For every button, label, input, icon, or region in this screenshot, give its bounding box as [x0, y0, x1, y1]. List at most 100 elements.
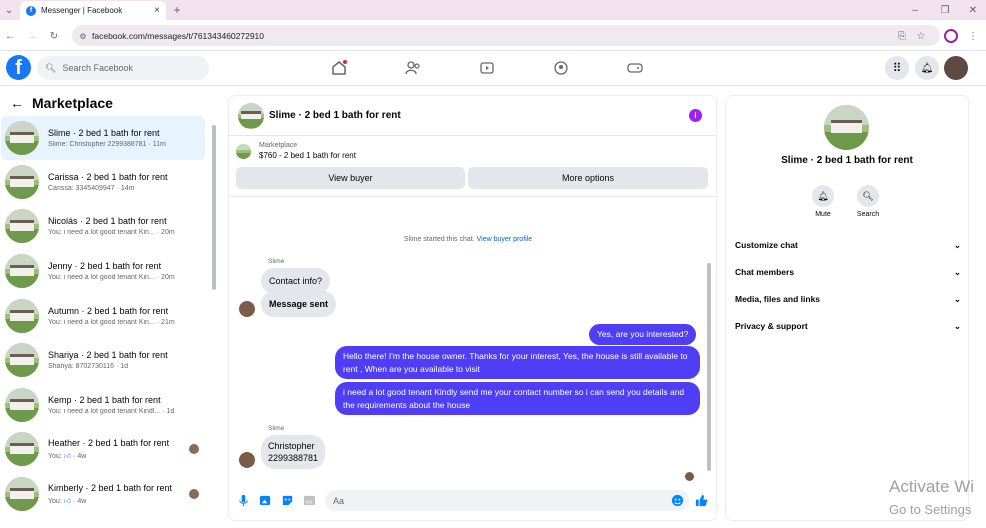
menu-dots-icon[interactable]: ⋮ [966, 29, 980, 43]
close-window-icon[interactable]: ✕ [966, 3, 980, 17]
url-text: facebook.com/messages/t/761343460272910 [92, 30, 265, 41]
gaming-icon[interactable] [627, 60, 643, 76]
conversation-item[interactable]: Carissa · 2 bed 1 bath for rent Carissa:… [1, 160, 205, 204]
photo-icon[interactable] [259, 494, 272, 507]
conversation-item[interactable]: Slime · 2 bed 1 bath for rent Slime: Chr… [1, 116, 205, 160]
conversation-name: Kimberly · 2 bed 1 bath for rent [48, 483, 173, 493]
reload-icon[interactable]: ↻ [47, 29, 61, 43]
search-input[interactable]: 🔍︎ Search Facebook [37, 56, 209, 80]
mute-label: Mute [815, 211, 831, 218]
grid-icon: ⠿ [892, 61, 902, 75]
emoji-icon[interactable] [671, 494, 684, 507]
listing-thumbnail [5, 165, 39, 199]
row-label: Customize chat [735, 240, 798, 250]
profile-icon[interactable] [944, 29, 958, 43]
conversation-time: · 20m [156, 229, 175, 236]
conversation-item[interactable]: Heather · 2 bed 1 bath for rent You: 👍︎ ·… [1, 427, 205, 471]
chat-avatar[interactable] [238, 102, 264, 129]
facebook-logo[interactable]: f [6, 55, 31, 80]
forward-icon[interactable]: → [25, 29, 39, 43]
tab-search-icon[interactable]: ⌄ [3, 3, 15, 17]
conversation-time: · 1d [162, 408, 175, 415]
chat-scrollbar[interactable] [707, 263, 711, 471]
bell-icon: 🔔︎ [920, 62, 934, 74]
home-icon[interactable] [331, 60, 347, 76]
restore-icon[interactable]: ❐ [938, 3, 952, 17]
notifications-button[interactable]: 🔔︎ [915, 56, 939, 80]
sidebar-scrollbar[interactable] [212, 125, 216, 290]
conversation-item[interactable]: Shariya · 2 bed 1 bath for rent Shariya:… [1, 338, 205, 382]
groups-icon[interactable] [553, 60, 569, 76]
sender-avatar[interactable] [239, 301, 255, 317]
conversation-item[interactable]: Jenny · 2 bed 1 bath for rent You: i nee… [1, 249, 205, 293]
message-input[interactable]: Aa [325, 490, 689, 511]
minimize-icon[interactable]: – [908, 3, 922, 17]
incoming-message[interactable]: Christopher 2299388781 [261, 435, 326, 469]
conversation-item[interactable]: Kimberly · 2 bed 1 bath for rent You: 👍︎… [1, 472, 205, 516]
conversation-time: · 14m [116, 185, 135, 192]
divider [229, 196, 716, 197]
incoming-message[interactable]: Message sent [261, 291, 337, 317]
svg-text:GIF: GIF [306, 499, 314, 504]
friends-icon[interactable] [405, 60, 421, 76]
like-icon: 👍︎ [63, 453, 72, 460]
site-info-icon[interactable]: ⚙ [77, 30, 89, 42]
activate-windows-watermark: Activate Wi [889, 477, 975, 496]
conversation-name: Heather · 2 bed 1 bath for rent [48, 438, 170, 448]
watch-icon[interactable] [479, 60, 495, 76]
listing-thumbnail [5, 121, 39, 155]
outgoing-message[interactable]: Hello there! I'm the house owner. Thanks… [335, 346, 700, 379]
bookmark-star-icon[interactable]: ☆ [914, 29, 928, 43]
conversation-name: Nicolás · 2 bed 1 bath for rent [48, 216, 167, 226]
info-icon[interactable]: i [689, 109, 702, 122]
conversation-item[interactable]: Autumn · 2 bed 1 bath for rent You: i ne… [1, 294, 205, 338]
mute-button[interactable]: 🔔︎ [812, 185, 834, 207]
listing-thumbnail [5, 477, 39, 511]
view-buyer-profile-link[interactable]: View buyer profile [477, 236, 533, 243]
new-tab-button[interactable]: + [171, 3, 183, 17]
gif-icon[interactable]: GIF [303, 494, 316, 507]
conversation-time: · 1d [116, 363, 129, 370]
chat-members-row[interactable]: Chat members ⌄ [735, 263, 961, 281]
conversation-time: · 20m [156, 274, 175, 281]
sender-avatar[interactable] [239, 452, 255, 468]
conversation-item[interactable]: Kemp · 2 bed 1 bath for rent You: i need… [1, 383, 205, 427]
chat-header: Slime · 2 bed 1 bath for rent [229, 96, 716, 136]
close-tab-icon[interactable]: × [154, 5, 160, 16]
like-icon: 👍︎ [63, 498, 72, 505]
outgoing-message[interactable]: i need a lot good tenant Kindly send me … [335, 382, 700, 415]
sticker-icon[interactable] [281, 494, 294, 507]
cast-icon[interactable]: ⎘ [895, 29, 909, 43]
tab-title: Messenger | Facebook [41, 6, 123, 15]
outgoing-message[interactable]: Yes, are you interested? [589, 324, 697, 345]
read-receipt-avatar [685, 472, 694, 481]
privacy-support-row[interactable]: Privacy & support ⌄ [735, 317, 961, 335]
details-avatar[interactable] [824, 105, 869, 150]
conversation-preview: You: i need a lot good tenant Kindl... [48, 408, 161, 415]
system-text: Slime started this chat. [403, 236, 475, 243]
conversation-item[interactable]: Nicolás · 2 bed 1 bath for rent You: i n… [1, 204, 205, 248]
listing-thumbnail [5, 388, 39, 422]
marketplace-label: Marketplace [259, 142, 298, 149]
media-files-row[interactable]: Media, files and links ⌄ [735, 290, 961, 308]
row-label: Media, files and links [735, 294, 821, 304]
seen-avatar [189, 489, 199, 499]
back-icon[interactable]: ← [3, 29, 17, 43]
account-avatar[interactable] [944, 56, 968, 80]
conversation-preview: You: i need a lot good tenant Kin... [48, 229, 155, 236]
conversation-time: · 21m [156, 319, 175, 326]
view-buyer-button[interactable]: View buyer [236, 167, 465, 189]
search-chat-button[interactable]: 🔍︎ [857, 185, 879, 207]
activate-windows-subtext: Go to Settings [889, 502, 972, 517]
url-bar[interactable]: facebook.com/messages/t/761343460272910 [72, 25, 940, 46]
chat-title[interactable]: Slime · 2 bed 1 bath for rent [269, 110, 401, 121]
browser-tab[interactable]: f Messenger | Facebook × [20, 1, 166, 20]
customize-chat-row[interactable]: Customize chat ⌄ [735, 236, 961, 254]
thumbs-up-icon[interactable] [695, 494, 708, 507]
more-options-button[interactable]: More options [468, 167, 708, 189]
menu-grid-button[interactable]: ⠿ [885, 56, 909, 80]
microphone-icon[interactable] [237, 494, 250, 507]
listing-thumbnail [5, 299, 39, 333]
back-arrow-icon[interactable]: ← [10, 95, 24, 111]
conversation-time: · 4w [73, 498, 87, 505]
